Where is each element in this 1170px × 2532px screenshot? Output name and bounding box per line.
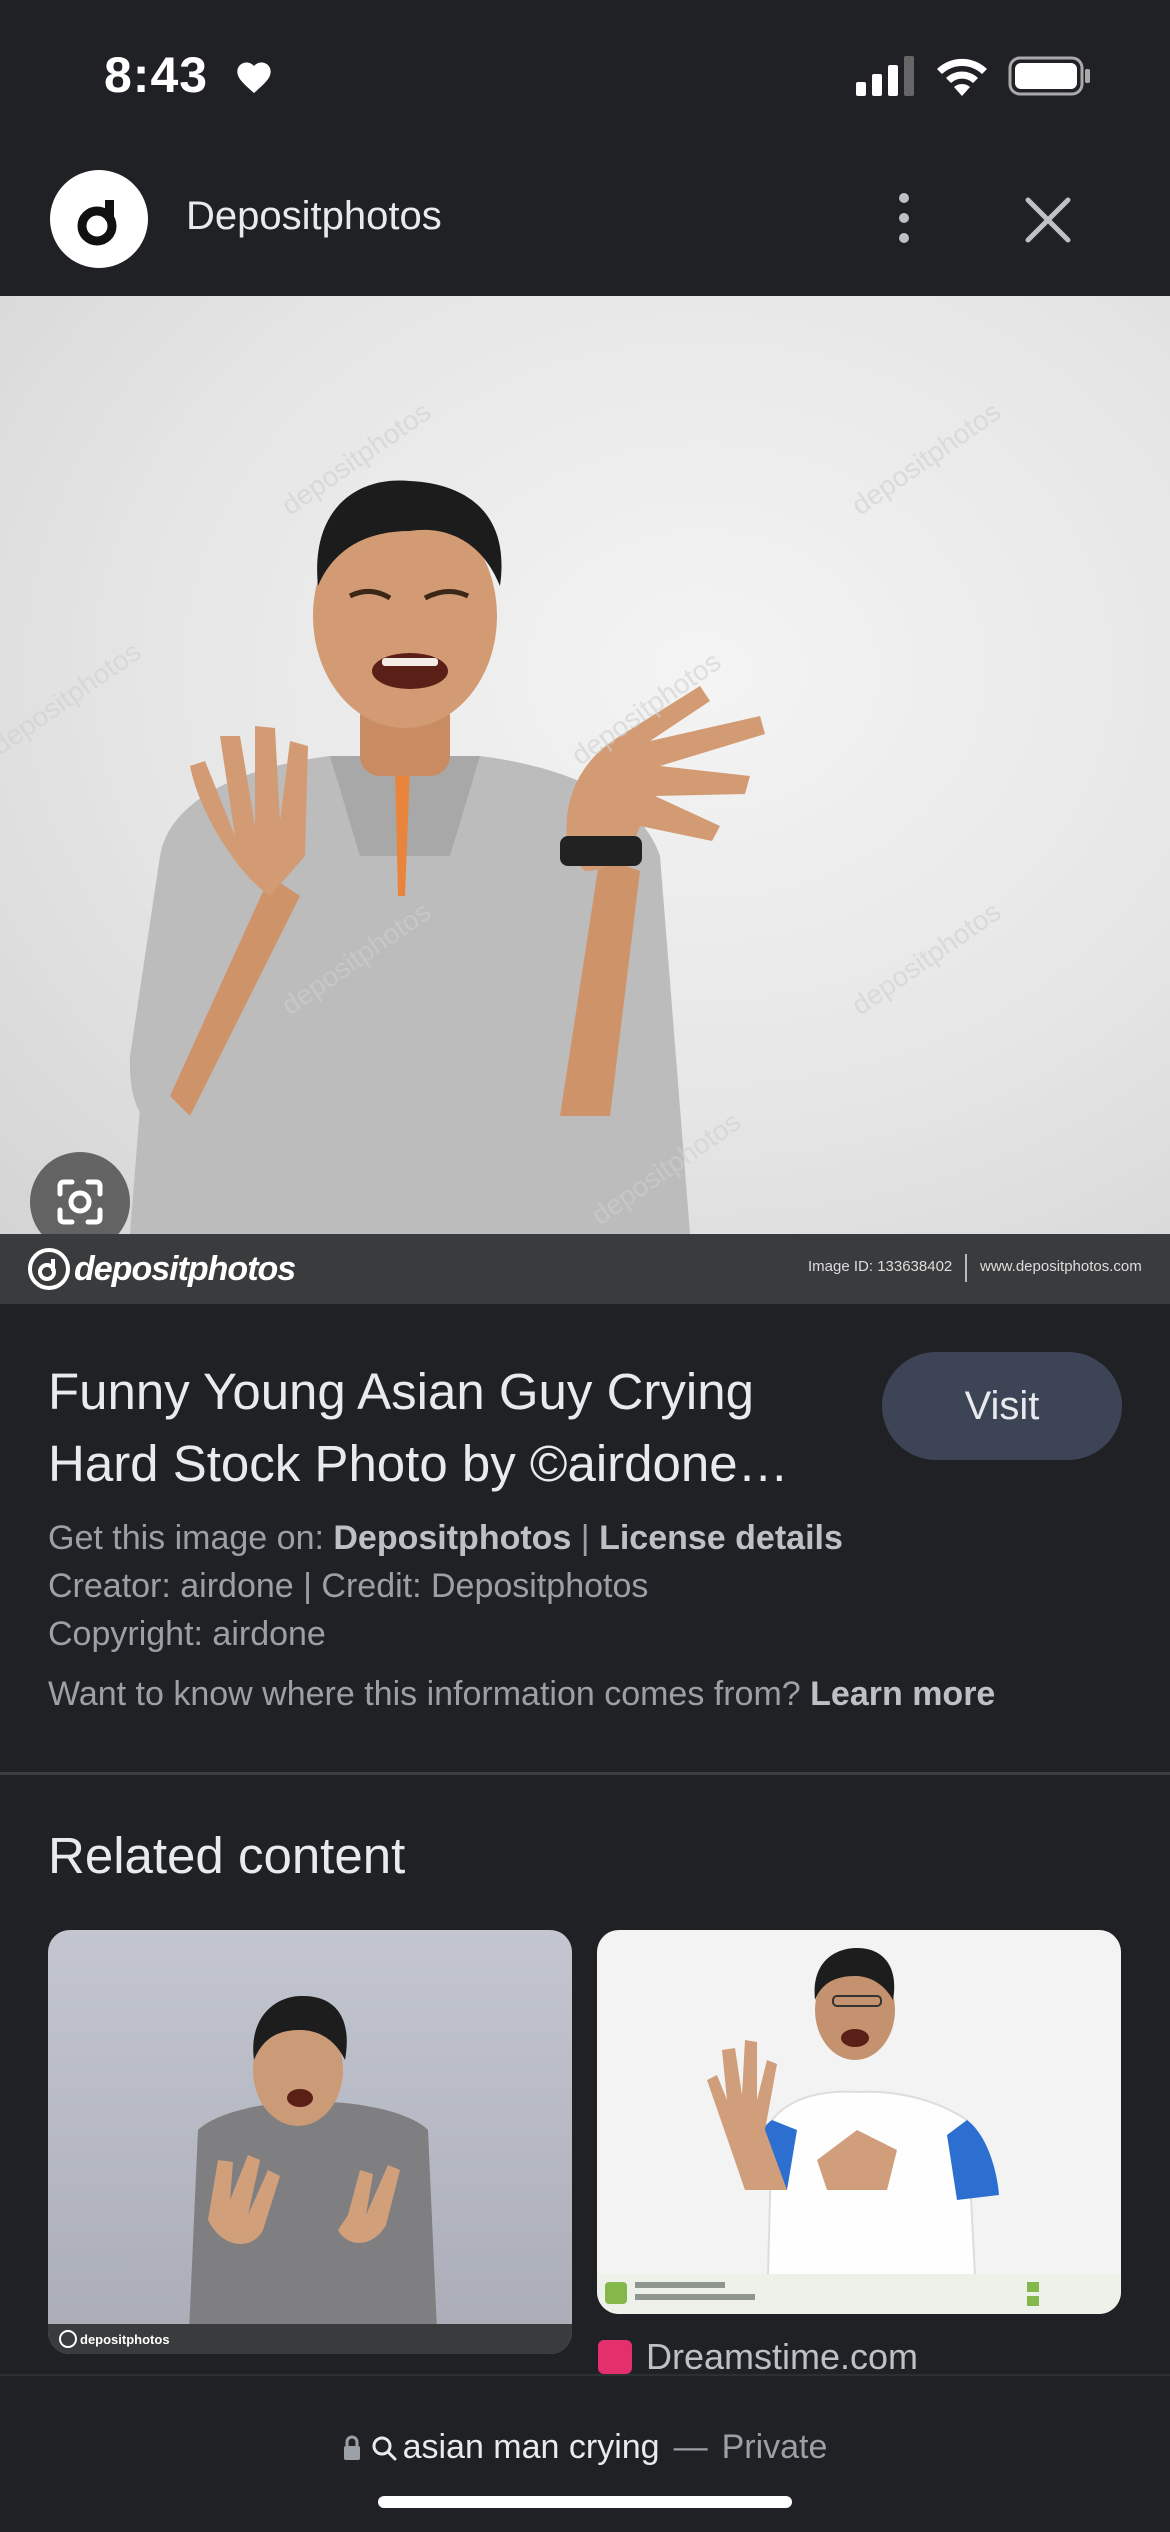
- related-item-1[interactable]: depositphotos: [48, 1930, 572, 2354]
- more-vert-icon[interactable]: [880, 186, 928, 250]
- related-image-2: [597, 1948, 1121, 2314]
- related-source-2[interactable]: Dreamstime.com: [598, 2336, 918, 2378]
- signal-icon: [856, 56, 914, 96]
- close-icon[interactable]: [1018, 190, 1078, 250]
- image-id: Image ID: 133638402: [808, 1258, 953, 1275]
- learn-more-link[interactable]: Learn more: [810, 1675, 995, 1713]
- related-watermark-brand: depositphotos: [80, 2332, 170, 2347]
- watermark-brand: depositphotos: [74, 1249, 296, 1288]
- related-image-1: depositphotos: [48, 1995, 572, 2354]
- depositphotos-watermark-icon: [28, 1248, 70, 1290]
- svg-text:depositphotos: depositphotos: [846, 396, 1007, 521]
- private-mode-label: Private: [721, 2428, 828, 2466]
- heart-icon: [237, 62, 271, 93]
- search-query: asian man crying: [402, 2428, 660, 2466]
- source-link[interactable]: Depositphotos: [333, 1519, 571, 1557]
- lens-header: Depositphotos: [0, 150, 1170, 296]
- status-time: 8:43: [104, 47, 209, 103]
- watermark-divider: [965, 1254, 967, 1282]
- info-source-line: Want to know where this information come…: [48, 1670, 995, 1718]
- depositphotos-logo-icon: [50, 170, 148, 268]
- svg-text:depositphotos: depositphotos: [0, 636, 146, 761]
- get-image-prefix: Get this image on:: [48, 1519, 334, 1557]
- battery-icon: [1008, 56, 1090, 96]
- section-divider: [0, 1772, 1170, 1775]
- dreamstime-favicon-icon: [598, 2340, 632, 2374]
- copyright: Copyright: airdone: [48, 1615, 326, 1653]
- watermark-logo: depositphotos: [28, 1248, 296, 1290]
- image-title[interactable]: Funny Young Asian Guy Crying Hard Stock …: [48, 1356, 858, 1500]
- image-info: Funny Young Asian Guy Crying Hard Stock …: [0, 1304, 1170, 1774]
- meta-separator: |: [571, 1519, 600, 1557]
- watermark-url: www.depositphotos.com: [980, 1258, 1142, 1275]
- home-indicator[interactable]: [378, 2496, 792, 2508]
- related-heading: Related content: [48, 1827, 406, 1884]
- lens-icon[interactable]: [30, 1152, 130, 1234]
- svg-text:depositphotos: depositphotos: [846, 896, 1007, 1021]
- address-bar[interactable]: asian man crying — Private: [0, 2428, 1170, 2467]
- get-image-line: Get this image on: Depositphotos | Licen…: [48, 1514, 995, 1562]
- search-icon: [372, 2436, 397, 2460]
- related-item-2[interactable]: [597, 1930, 1121, 2314]
- license-details-link[interactable]: License details: [599, 1519, 843, 1557]
- site-name[interactable]: Depositphotos: [186, 194, 442, 239]
- status-bar: 8:43: [0, 0, 1170, 150]
- browser-bottom-bar[interactable]: asian man crying — Private: [0, 2374, 1170, 2532]
- image-watermark-bar: depositphotos Image ID: 133638402 www.de…: [0, 1234, 1170, 1304]
- lock-icon: [343, 2435, 360, 2460]
- crying-man-illustration: depositphotos depositphotos depositphoto…: [0, 396, 1007, 1234]
- related-source-name: Dreamstime.com: [646, 2336, 919, 2377]
- creator-credit: Creator: airdone | Credit: Depositphotos: [48, 1567, 649, 1605]
- address-separator: —: [673, 2428, 708, 2466]
- info-question: Want to know where this information come…: [48, 1675, 811, 1713]
- main-image[interactable]: depositphotos depositphotos depositphoto…: [0, 296, 1170, 1234]
- visit-button[interactable]: Visit: [882, 1352, 1122, 1460]
- wifi-icon: [937, 58, 987, 96]
- image-metadata: Get this image on: Depositphotos | Licen…: [48, 1514, 995, 1718]
